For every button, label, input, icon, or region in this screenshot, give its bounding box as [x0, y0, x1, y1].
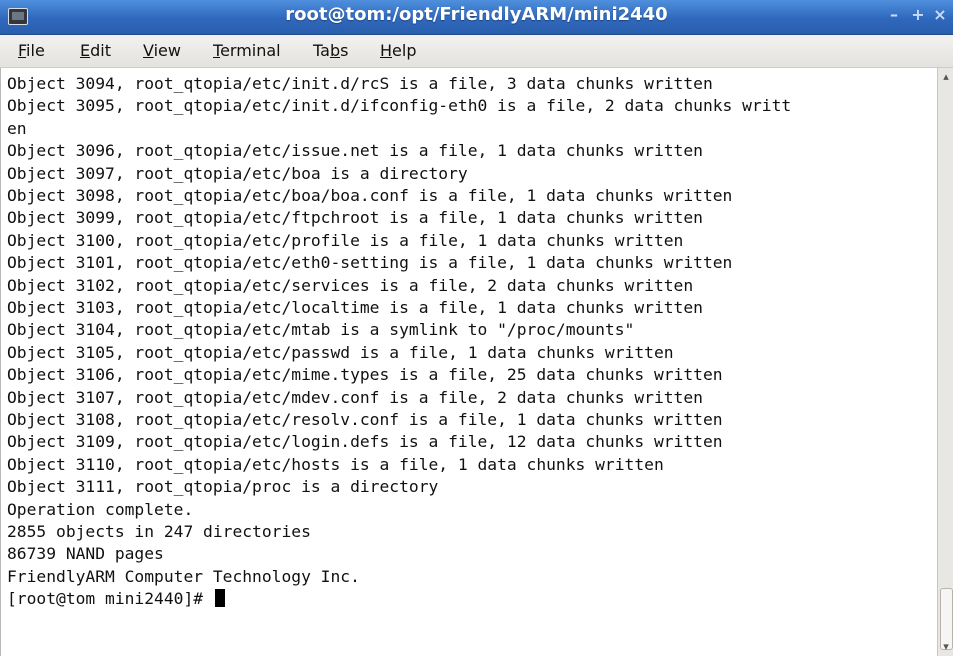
scroll-down-arrow-icon[interactable]: ▾	[939, 640, 953, 654]
menu-terminal-label-post: erminal	[220, 41, 281, 60]
menu-edit-label-post: dit	[90, 41, 111, 60]
menu-edit-mnemonic: E	[80, 41, 91, 60]
menu-tabs-label-post: s	[340, 41, 349, 60]
output-line: Object 3098, root_qtopia/etc/boa/boa.con…	[7, 186, 733, 205]
terminal-output[interactable]: Object 3094, root_qtopia/etc/init.d/rcS …	[0, 68, 938, 656]
title-bar[interactable]: root@tom:/opt/FriendlyARM/mini2440 – + ×	[0, 0, 953, 35]
menu-terminal-mnemonic: T	[213, 41, 221, 60]
menu-view[interactable]: View	[143, 42, 181, 60]
shell-prompt: [root@tom mini2440]#	[7, 589, 213, 609]
output-line: Object 3100, root_qtopia/etc/profile is …	[7, 230, 684, 250]
output-line: Object 3109, root_qtopia/etc/login.defs …	[7, 432, 723, 452]
menu-view-label-post: iew	[153, 41, 181, 60]
output-line: Object 3099, root_qtopia/etc/ftpchroot i…	[7, 208, 703, 228]
output-line: Object 3096, root_qtopia/etc/issue.net i…	[7, 141, 703, 161]
menu-bar: File Edit View Terminal Tabs Help	[0, 35, 953, 68]
output-line: Object 3101, root_qtopia/etc/eth0-settin…	[7, 253, 733, 273]
menu-terminal[interactable]: Terminal	[213, 42, 281, 60]
output-line: Object 3103, root_qtopia/etc/localtime i…	[7, 298, 703, 317]
menu-tabs-mnemonic: b	[329, 41, 341, 60]
vertical-scrollbar[interactable]: ▴ ▾	[937, 68, 953, 656]
output-line: Object 3094, root_qtopia/etc/init.d/rcS …	[7, 74, 713, 93]
output-line: Object 3107, root_qtopia/etc/mdev.conf i…	[7, 387, 703, 407]
output-line: 86739 NAND pages	[7, 544, 164, 564]
output-line: 2855 objects in 247 directories	[7, 522, 311, 541]
prompt-line[interactable]: [root@tom mini2440]#	[7, 588, 225, 610]
output-line: Object 3104, root_qtopia/etc/mtab is a s…	[7, 320, 635, 340]
menu-tabs[interactable]: Tabs	[313, 42, 348, 60]
output-line: Object 3105, root_qtopia/etc/passwd is a…	[7, 342, 674, 362]
menu-edit[interactable]: Edit	[80, 42, 111, 60]
output-line: Object 3102, root_qtopia/etc/services is…	[7, 275, 694, 295]
output-line: Object 3095, root_qtopia/etc/init.d/ifco…	[7, 96, 792, 116]
menu-file-label-post: ile	[26, 41, 45, 60]
close-icon[interactable]: ×	[931, 7, 949, 23]
maximize-icon[interactable]: +	[909, 7, 927, 23]
output-line: Object 3106, root_qtopia/etc/mime.types …	[7, 365, 723, 385]
menu-help-mnemonic: H	[380, 41, 393, 60]
terminal-window: root@tom:/opt/FriendlyARM/mini2440 – + ×…	[0, 0, 953, 656]
window-title: root@tom:/opt/FriendlyARM/mini2440	[285, 4, 668, 25]
menu-file-mnemonic: F	[18, 41, 27, 60]
output-line: Object 3097, root_qtopia/etc/boa is a di…	[7, 163, 468, 183]
output-line: en	[7, 118, 27, 138]
output-line: Object 3111, root_qtopia/proc is a direc…	[7, 477, 439, 497]
output-line: Object 3110, root_qtopia/etc/hosts is a …	[7, 454, 664, 474]
scroll-up-arrow-icon[interactable]: ▴	[939, 70, 953, 84]
menu-help[interactable]: Help	[380, 42, 416, 60]
output-line: FriendlyARM Computer Technology Inc.	[7, 566, 360, 586]
minimize-icon[interactable]: –	[885, 7, 903, 23]
text-cursor	[214, 589, 225, 608]
menu-tabs-label-pre: Ta	[313, 41, 330, 60]
menu-view-mnemonic: V	[143, 41, 154, 60]
output-line: Operation complete.	[7, 499, 194, 519]
menu-file[interactable]: File	[18, 42, 45, 60]
output-line: Object 3108, root_qtopia/etc/resolv.conf…	[7, 410, 723, 429]
menu-help-label-post: elp	[392, 41, 417, 60]
